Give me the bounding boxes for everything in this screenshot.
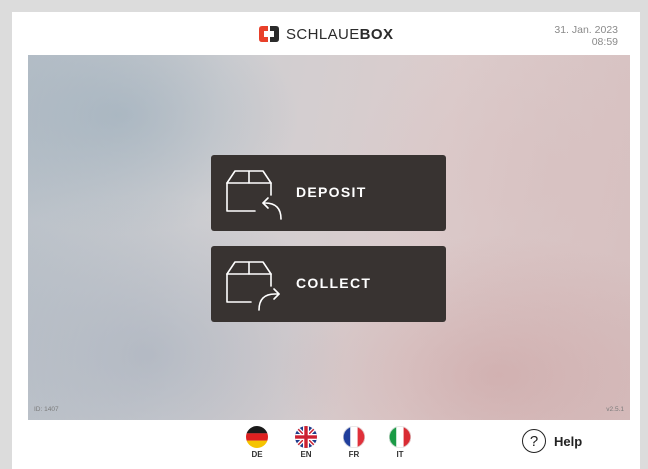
help-label: Help [554,433,583,449]
france-flag-icon [343,426,365,448]
box-forward-arrow-icon [226,261,280,311]
help-icon: ? [522,429,546,453]
logo: SCHLAUEBOX [258,24,393,44]
schlauebox-logo-icon [259,26,279,42]
datetime: 31. Jan. 2023 08:59 [554,24,618,48]
collect-button[interactable]: COLLECT [211,246,446,322]
device-id: ID: 1407 [34,406,59,413]
box-return-arrow-icon [226,170,282,220]
hero-background: DEPOSIT COLLECT ID: 1407 v2.5.1 [28,55,630,420]
deposit-button[interactable]: DEPOSIT [211,155,446,231]
language-fr-button[interactable]: FR [340,426,368,459]
language-code: EN [300,450,312,459]
app-version: v2.5.1 [606,406,624,413]
collect-label: COLLECT [296,275,372,291]
help-button[interactable]: ? Help [522,429,582,453]
germany-flag-icon [246,426,268,448]
deposit-label: DEPOSIT [296,184,367,200]
language-de-button[interactable]: DE [243,426,271,459]
footer: DE EN FR IT ? Help [12,420,640,469]
italy-flag-icon [389,426,411,448]
language-code: FR [348,450,360,459]
time-text: 08:59 [591,36,618,48]
kiosk-screen: SCHLAUEBOX 31. Jan. 2023 08:59 DEPOSIT C… [12,12,640,469]
logo-text: SCHLAUEBOX [286,25,394,43]
header: SCHLAUEBOX 31. Jan. 2023 08:59 [12,12,640,54]
uk-flag-icon [295,426,317,448]
language-en-button[interactable]: EN [292,426,320,459]
language-code: DE [251,450,263,459]
language-it-button[interactable]: IT [386,426,414,459]
language-code: IT [396,450,404,459]
date-text: 31. Jan. 2023 [554,24,618,36]
